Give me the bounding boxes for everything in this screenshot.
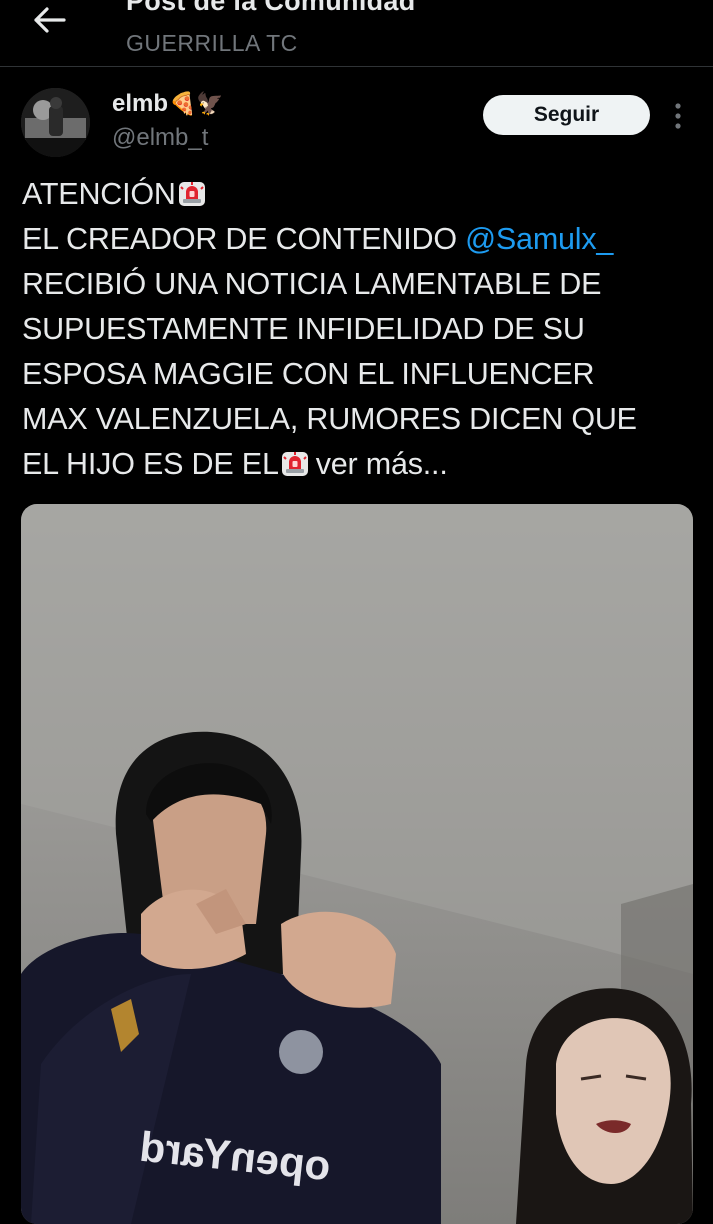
post-text: ATENCIÓN EL CREADOR DE CONTENIDO @Samulx…	[22, 172, 702, 487]
post-line-1: ATENCIÓN	[22, 177, 176, 211]
police-siren-icon	[281, 452, 308, 476]
follow-button[interactable]: Seguir	[483, 95, 650, 135]
post-line-5: ESPOSA MAGGIE CON EL INFLUENCER	[22, 357, 595, 391]
author-handle[interactable]: @elmb_t	[112, 124, 208, 152]
mention-link[interactable]: @Samulx_	[465, 222, 613, 256]
vertical-ellipsis-icon[interactable]	[667, 101, 689, 131]
avatar[interactable]	[21, 88, 90, 157]
post-line-6: MAX VALENZUELA, RUMORES DICEN QUE	[22, 402, 637, 436]
author-name-emojis: 🍕🦅	[169, 91, 224, 116]
police-siren-icon	[178, 182, 205, 206]
top-bar: Post de la Comunidad GUERRILLA TC	[0, 0, 713, 67]
post-video-thumbnail[interactable]: openYard	[21, 504, 693, 1224]
see-more-link[interactable]: ver más...	[316, 447, 448, 481]
page-title: Post de la Comunidad	[126, 0, 416, 16]
author-name-row[interactable]: elmb 🍕🦅	[112, 90, 224, 118]
post-line-7: EL HIJO ES DE EL	[22, 447, 279, 481]
post-line-4: SUPUESTAMENTE INFIDELIDAD DE SU	[22, 312, 585, 346]
post-line-2: EL CREADOR DE CONTENIDO	[22, 222, 466, 256]
arrow-left-icon[interactable]	[30, 2, 70, 38]
community-name[interactable]: GUERRILLA TC	[126, 30, 298, 57]
author-name[interactable]: elmb	[112, 90, 168, 118]
post-line-3: RECIBIÓ UNA NOTICIA LAMENTABLE DE	[22, 267, 602, 301]
